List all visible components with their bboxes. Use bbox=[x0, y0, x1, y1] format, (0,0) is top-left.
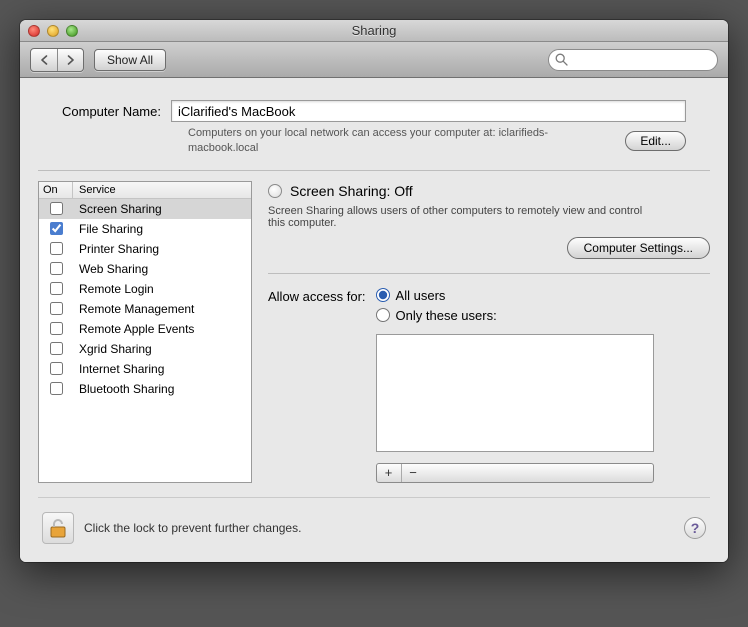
service-row[interactable]: Remote Management bbox=[39, 299, 251, 319]
close-window-button[interactable] bbox=[28, 25, 40, 37]
service-label: Remote Login bbox=[73, 282, 251, 296]
service-label: File Sharing bbox=[73, 222, 251, 236]
divider-detail bbox=[268, 273, 710, 274]
status-row: Screen Sharing: Off bbox=[268, 183, 710, 199]
col-on: On bbox=[39, 182, 73, 198]
radio-all-users-label[interactable]: All users bbox=[376, 288, 654, 303]
computer-name-input[interactable] bbox=[171, 100, 686, 122]
show-all-button[interactable]: Show All bbox=[94, 49, 166, 71]
service-label: Xgrid Sharing bbox=[73, 342, 251, 356]
status-title: Screen Sharing: Off bbox=[290, 183, 413, 199]
service-label: Printer Sharing bbox=[73, 242, 251, 256]
status-description: Screen Sharing allows users of other com… bbox=[268, 205, 648, 229]
services-list: On Service Screen Sharing File Sharing Pri… bbox=[38, 181, 252, 483]
service-checkbox[interactable] bbox=[50, 342, 63, 355]
service-checkbox[interactable] bbox=[50, 262, 63, 275]
minimize-window-button[interactable] bbox=[47, 25, 59, 37]
service-row[interactable]: Remote Login bbox=[39, 279, 251, 299]
toolbar: Show All bbox=[20, 42, 728, 78]
service-row[interactable]: Web Sharing bbox=[39, 259, 251, 279]
service-row[interactable]: Screen Sharing bbox=[39, 199, 251, 219]
back-button[interactable] bbox=[31, 49, 57, 71]
services-header: On Service bbox=[39, 182, 251, 199]
search-wrap bbox=[548, 49, 718, 71]
service-checkbox[interactable] bbox=[50, 222, 63, 235]
radio-all-users[interactable] bbox=[376, 288, 390, 302]
access-label: Allow access for: bbox=[268, 288, 366, 304]
content: Computer Name: Computers on your local n… bbox=[20, 78, 728, 562]
service-row[interactable]: Bluetooth Sharing bbox=[39, 379, 251, 399]
radio-all-users-text: All users bbox=[396, 288, 446, 303]
nav-back-forward bbox=[30, 48, 84, 72]
add-remove-users: + − bbox=[376, 463, 654, 483]
radio-only-users[interactable] bbox=[376, 308, 390, 322]
service-row[interactable]: Remote Apple Events bbox=[39, 319, 251, 339]
lock-open-icon bbox=[48, 517, 68, 539]
status-indicator-icon bbox=[268, 184, 282, 198]
service-checkbox[interactable] bbox=[50, 322, 63, 335]
sharing-window: Sharing Show All Computer Name: Computer… bbox=[20, 20, 728, 562]
service-label: Remote Apple Events bbox=[73, 322, 251, 336]
footer: Click the lock to prevent further change… bbox=[38, 497, 710, 548]
service-label: Bluetooth Sharing bbox=[73, 382, 251, 396]
chevron-right-icon bbox=[66, 55, 75, 65]
search-input[interactable] bbox=[548, 49, 718, 71]
chevron-left-icon bbox=[40, 55, 49, 65]
computer-name-sub: Computers on your local network can acce… bbox=[62, 126, 686, 156]
users-listbox[interactable] bbox=[376, 334, 654, 452]
edit-hostname-button[interactable]: Edit... bbox=[625, 131, 686, 151]
computer-name-row: Computer Name: bbox=[62, 100, 686, 122]
divider bbox=[38, 170, 710, 171]
computer-settings-button[interactable]: Computer Settings... bbox=[567, 237, 710, 259]
add-user-button[interactable]: + bbox=[377, 464, 401, 482]
service-checkbox[interactable] bbox=[50, 382, 63, 395]
help-button[interactable]: ? bbox=[684, 517, 706, 539]
access-radios: All users Only these users: + − bbox=[376, 288, 654, 483]
radio-only-users-label[interactable]: Only these users: bbox=[376, 308, 654, 323]
service-checkbox[interactable] bbox=[50, 302, 63, 315]
lock-text: Click the lock to prevent further change… bbox=[84, 521, 674, 535]
computer-name-label: Computer Name: bbox=[62, 104, 161, 119]
remove-user-button[interactable]: − bbox=[401, 464, 425, 482]
service-row[interactable]: Xgrid Sharing bbox=[39, 339, 251, 359]
lock-button[interactable] bbox=[42, 512, 74, 544]
titlebar: Sharing bbox=[20, 20, 728, 42]
computer-name-subtext: Computers on your local network can acce… bbox=[188, 126, 613, 156]
col-service: Service bbox=[73, 182, 251, 198]
service-label: Web Sharing bbox=[73, 262, 251, 276]
detail-panel: Screen Sharing: Off Screen Sharing allow… bbox=[268, 181, 710, 483]
zoom-window-button[interactable] bbox=[66, 25, 78, 37]
service-checkbox[interactable] bbox=[50, 362, 63, 375]
window-title: Sharing bbox=[20, 23, 728, 38]
service-checkbox[interactable] bbox=[50, 202, 63, 215]
service-row[interactable]: File Sharing bbox=[39, 219, 251, 239]
radio-only-users-text: Only these users: bbox=[396, 308, 497, 323]
service-row[interactable]: Printer Sharing bbox=[39, 239, 251, 259]
service-label: Screen Sharing bbox=[73, 202, 251, 216]
service-checkbox[interactable] bbox=[50, 242, 63, 255]
service-row[interactable]: Internet Sharing bbox=[39, 359, 251, 379]
service-label: Internet Sharing bbox=[73, 362, 251, 376]
service-checkbox[interactable] bbox=[50, 282, 63, 295]
forward-button[interactable] bbox=[57, 49, 83, 71]
access-row: Allow access for: All users Only these u… bbox=[268, 288, 710, 483]
traffic-lights bbox=[28, 25, 78, 37]
main-row: On Service Screen Sharing File Sharing Pri… bbox=[38, 181, 710, 483]
service-label: Remote Management bbox=[73, 302, 251, 316]
